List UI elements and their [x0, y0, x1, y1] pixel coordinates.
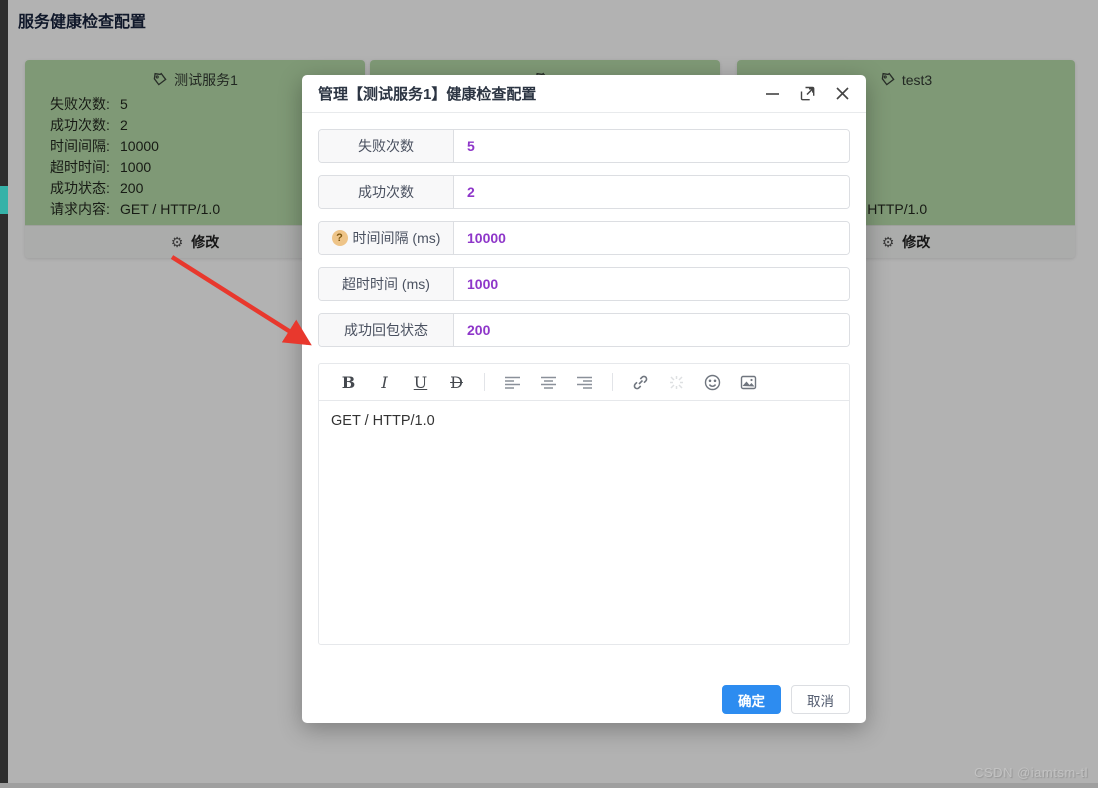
toolbar-divider	[484, 373, 485, 391]
align-center-icon[interactable]	[535, 369, 562, 396]
cancel-button[interactable]: 取消	[791, 685, 850, 714]
editor-toolbar: B I U D	[319, 364, 849, 401]
italic-icon[interactable]: I	[371, 369, 398, 396]
fail-count-input[interactable]: 5	[454, 130, 849, 162]
bold-icon[interactable]: B	[335, 369, 362, 396]
unlink-icon	[663, 369, 690, 396]
confirm-button[interactable]: 确定	[722, 685, 781, 714]
bottom-edge	[0, 783, 1098, 788]
teal-scroll-indicator	[0, 186, 8, 214]
interval-label: ? 时间间隔 (ms)	[319, 222, 454, 254]
close-icon[interactable]	[835, 86, 850, 101]
maximize-icon[interactable]	[800, 86, 815, 101]
fail-count-label: 失败次数	[319, 130, 454, 162]
align-right-icon[interactable]	[571, 369, 598, 396]
toolbar-divider	[612, 373, 613, 391]
success-status-input[interactable]: 200	[454, 314, 849, 346]
strikethrough-icon[interactable]: D	[443, 369, 470, 396]
fail-count-row: 失败次数 5	[318, 129, 850, 163]
align-left-icon[interactable]	[499, 369, 526, 396]
left-edge-strip	[0, 0, 8, 788]
modal-footer: 确定 取消	[722, 685, 850, 714]
help-icon[interactable]: ?	[331, 230, 348, 246]
modal-title: 管理【测试服务1】健康检查配置	[318, 86, 537, 103]
interval-input[interactable]: 10000	[454, 222, 849, 254]
emoji-icon[interactable]	[699, 369, 726, 396]
success-count-input[interactable]: 2	[454, 176, 849, 208]
timeout-label: 超时时间 (ms)	[319, 268, 454, 300]
success-count-row: 成功次数 2	[318, 175, 850, 209]
watermark: CSDN @iamtsm-tl	[974, 765, 1088, 780]
timeout-input[interactable]: 1000	[454, 268, 849, 300]
timeout-row: 超时时间 (ms) 1000	[318, 267, 850, 301]
modal-header: 管理【测试服务1】健康检查配置	[302, 75, 866, 113]
link-icon[interactable]	[627, 369, 654, 396]
editor-content[interactable]: GET / HTTP/1.0	[319, 401, 849, 644]
image-icon[interactable]	[735, 369, 762, 396]
success-status-label: 成功回包状态	[319, 314, 454, 346]
success-status-row: 成功回包状态 200	[318, 313, 850, 347]
interval-row: ? 时间间隔 (ms) 10000	[318, 221, 850, 255]
rich-text-editor: B I U D GET / HTTP/1.0	[318, 363, 850, 645]
health-check-config-modal: 管理【测试服务1】健康检查配置 失败次数 5 成功次数 2 ? 时间间隔 (ms…	[302, 75, 866, 723]
minimize-icon[interactable]	[765, 86, 780, 101]
underline-icon[interactable]: U	[407, 369, 434, 396]
success-count-label: 成功次数	[319, 176, 454, 208]
